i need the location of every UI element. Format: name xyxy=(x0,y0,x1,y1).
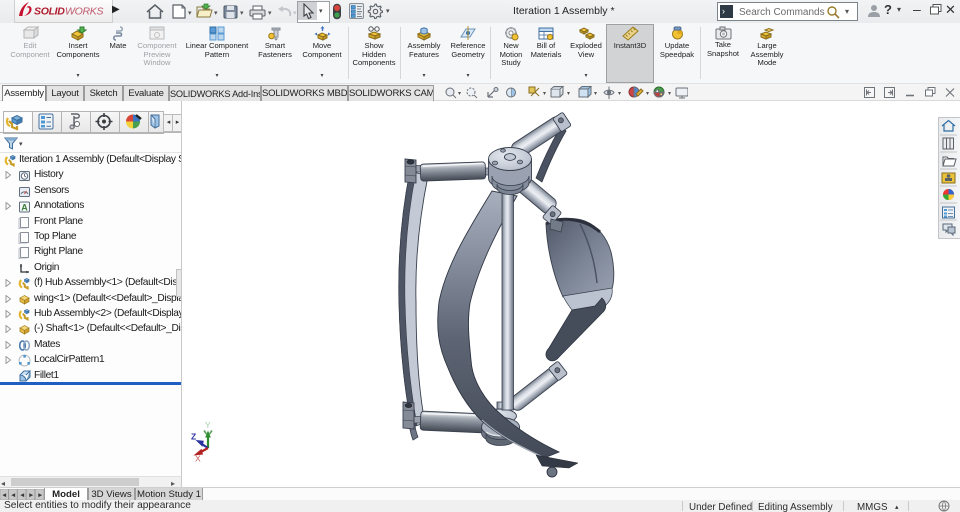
svg-text:◄: ◄ xyxy=(1,492,7,499)
svg-text:▾: ▾ xyxy=(240,10,244,17)
svg-text:▾: ▾ xyxy=(214,10,218,17)
svg-text:▾: ▾ xyxy=(458,91,461,97)
svg-text:►: ► xyxy=(28,492,34,499)
svg-text:A: A xyxy=(21,203,28,213)
svg-text:►: ► xyxy=(37,492,43,499)
svg-text:▾: ▾ xyxy=(543,91,546,97)
svg-text:▾: ▾ xyxy=(646,91,649,97)
svg-text:▾: ▾ xyxy=(268,10,272,17)
svg-text:▾: ▾ xyxy=(668,91,671,97)
svg-text:◄: ◄ xyxy=(10,492,16,499)
svg-text:▾: ▾ xyxy=(567,91,570,97)
svg-text:Z: Z xyxy=(191,432,196,442)
svg-text:▾: ▾ xyxy=(618,91,621,97)
svg-text:◄: ◄ xyxy=(19,492,25,499)
svg-text:WORKS: WORKS xyxy=(65,6,103,18)
svg-text:X: X xyxy=(195,454,201,464)
svg-text:▾: ▾ xyxy=(188,10,192,17)
svg-text:▾: ▾ xyxy=(594,91,597,97)
svg-text:Y: Y xyxy=(205,420,211,430)
svg-text:SOLID: SOLID xyxy=(34,6,65,18)
